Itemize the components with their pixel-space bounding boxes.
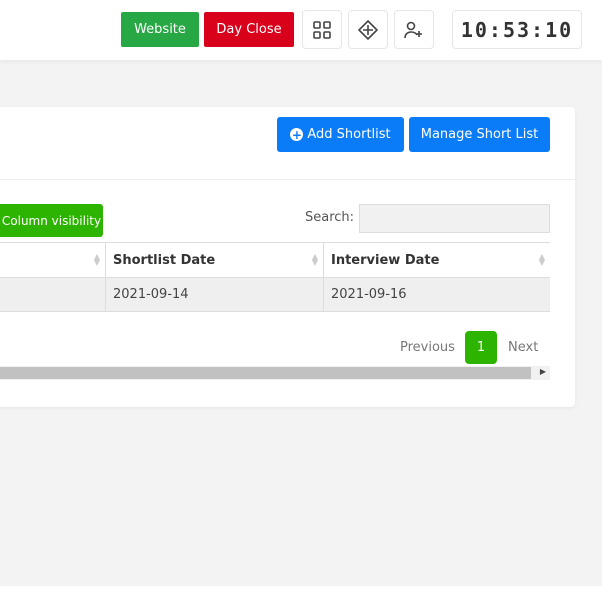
move-arrows-icon <box>358 19 378 40</box>
search-label: Search: <box>305 210 355 225</box>
header-label: Interview Date <box>331 252 440 268</box>
horizontal-scrollbar[interactable]: ▶ <box>0 366 550 380</box>
column-header-interview-date[interactable]: Interview Date ▲ ▼ <box>324 243 550 277</box>
manage-short-list-button[interactable]: Manage Short List <box>409 117 550 152</box>
add-shortlist-button[interactable]: + Add Shortlist <box>277 117 404 152</box>
scrollbar-thumb[interactable] <box>0 367 531 379</box>
column-visibility-button[interactable]: Column visibility <box>0 204 103 237</box>
add-shortlist-label: Add Shortlist <box>307 127 391 142</box>
clock-display: 10:53:10 <box>452 10 582 49</box>
sort-icon: ▲ ▼ <box>311 252 318 267</box>
divider <box>0 179 575 180</box>
table-cell <box>0 278 106 311</box>
column-header-previous[interactable]: ▲ ▼ <box>0 243 106 277</box>
sort-icon: ▲ ▼ <box>538 252 545 267</box>
add-user-button[interactable] <box>394 10 434 49</box>
website-button[interactable]: Website <box>121 12 199 47</box>
scroll-right-arrow-icon[interactable]: ▶ <box>540 367 546 376</box>
pagination-next[interactable]: Next <box>508 340 538 355</box>
grid-icon <box>313 20 331 39</box>
sort-icon: ▲ ▼ <box>93 252 100 267</box>
top-bar: Website Day Close 10:53:10 <box>0 0 602 60</box>
shortlist-card: + Add Shortlist Manage Short List Column… <box>0 107 575 407</box>
column-header-shortlist-date[interactable]: Shortlist Date ▲ ▼ <box>106 243 324 277</box>
user-plus-icon <box>404 21 422 38</box>
footer <box>0 586 602 602</box>
grid-button[interactable] <box>302 10 342 49</box>
table-cell-interview-date: 2021-09-16 <box>324 278 550 311</box>
day-close-button[interactable]: Day Close <box>204 12 294 47</box>
move-button[interactable] <box>348 10 388 49</box>
header-label: Shortlist Date <box>113 252 216 268</box>
plus-circle-icon: + <box>290 127 304 142</box>
search-input[interactable] <box>359 204 550 233</box>
pagination-previous[interactable]: Previous <box>400 340 455 355</box>
table-cell-shortlist-date: 2021-09-14 <box>106 278 324 311</box>
pagination-page-1[interactable]: 1 <box>465 331 497 364</box>
